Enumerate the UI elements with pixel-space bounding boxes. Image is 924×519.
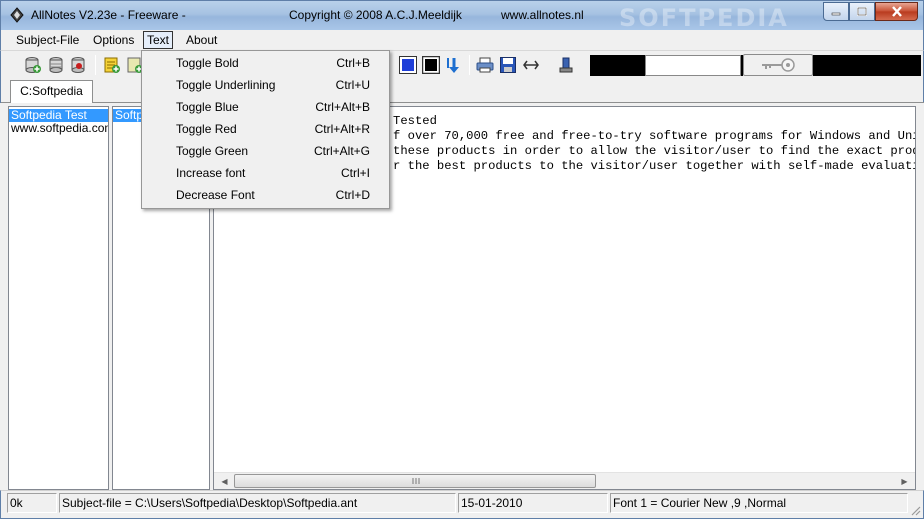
watermark: SOFTPEDIA <box>619 4 789 32</box>
scroll-right-icon[interactable]: ▶ <box>896 473 913 489</box>
sort-down-icon[interactable] <box>445 56 463 74</box>
menu-increase-font[interactable]: Increase font Ctrl+I <box>144 162 387 184</box>
menu-about[interactable]: About <box>182 31 221 49</box>
save-icon[interactable] <box>499 56 517 74</box>
maximize-button[interactable] <box>849 2 875 21</box>
database-icon[interactable] <box>47 56 65 74</box>
close-button[interactable] <box>875 2 918 21</box>
tab-strip: C:Softpedia <box>0 78 924 103</box>
scroll-thumb[interactable] <box>234 474 596 488</box>
toolbar-separator <box>95 55 96 75</box>
delete-subject-icon[interactable] <box>70 56 88 74</box>
subjects-list[interactable]: Softpedia Test www.softpedia.com <box>8 106 109 490</box>
grip-icon <box>412 478 420 484</box>
menu-options[interactable]: Options <box>89 31 138 49</box>
resize-grip-icon[interactable] <box>909 504 921 516</box>
status-subject-file: Subject-file = C:\Users\Softpedia\Deskto… <box>59 493 456 513</box>
status-size: 0k <box>7 493 57 513</box>
tools-icon[interactable] <box>522 56 540 74</box>
status-date: 15-01-2010 <box>458 493 608 513</box>
color-swatch-white <box>645 55 741 76</box>
minimize-icon <box>831 12 841 15</box>
menu-text[interactable]: Text <box>143 31 174 49</box>
tab-softpedia[interactable]: C:Softpedia <box>10 80 93 103</box>
title-bar: SOFTPEDIA AllNotes V2.23e - Freeware - C… <box>0 0 924 32</box>
text-menu-dropdown: Toggle Bold Ctrl+B Toggle Underlining Ct… <box>141 50 390 209</box>
black-color-icon[interactable] <box>422 56 440 74</box>
window-title: AllNotes V2.23e - Freeware - <box>31 8 186 22</box>
menu-bar: Subject-File Options Text About <box>0 30 924 50</box>
subject-item[interactable]: Softpedia Test <box>9 109 108 122</box>
status-bar: 0k Subject-file = C:\Users\Softpedia\Des… <box>0 490 924 519</box>
key-button[interactable] <box>743 54 813 76</box>
menu-subject-file[interactable]: Subject-File <box>12 31 83 49</box>
toolbar-separator <box>469 55 470 75</box>
import-icon[interactable] <box>557 56 575 74</box>
menu-toggle-red[interactable]: Toggle Red Ctrl+Alt+R <box>144 118 387 140</box>
scroll-left-icon[interactable]: ◀ <box>216 473 233 489</box>
new-subject-icon[interactable] <box>24 56 42 74</box>
color-swatch-black-right <box>813 55 921 76</box>
color-swatch-black <box>590 55 645 76</box>
menu-toggle-blue[interactable]: Toggle Blue Ctrl+Alt+B <box>144 96 387 118</box>
app-icon <box>10 7 24 23</box>
status-font: Font 1 = Courier New ,9 ,Normal <box>610 493 908 513</box>
menu-decrease-font[interactable]: Decrease Font Ctrl+D <box>144 184 387 206</box>
toolbar <box>0 50 924 78</box>
horizontal-scrollbar[interactable]: ◀ ▶ <box>214 472 915 489</box>
new-note-icon[interactable] <box>103 56 121 74</box>
window-website: www.allnotes.nl <box>501 8 584 22</box>
blue-color-icon[interactable] <box>399 56 417 74</box>
minimize-button[interactable] <box>823 2 849 21</box>
key-icon <box>762 58 795 72</box>
window-copyright: Copyright © 2008 A.C.J.Meeldijk <box>289 8 462 22</box>
print-icon[interactable] <box>476 56 494 74</box>
maximize-icon <box>857 6 867 16</box>
menu-toggle-green[interactable]: Toggle Green Ctrl+Alt+G <box>144 140 387 162</box>
menu-toggle-bold[interactable]: Toggle Bold Ctrl+B <box>144 52 387 74</box>
menu-toggle-underlining[interactable]: Toggle Underlining Ctrl+U <box>144 74 387 96</box>
close-icon <box>891 6 902 17</box>
subject-item[interactable]: www.softpedia.com <box>9 122 108 135</box>
